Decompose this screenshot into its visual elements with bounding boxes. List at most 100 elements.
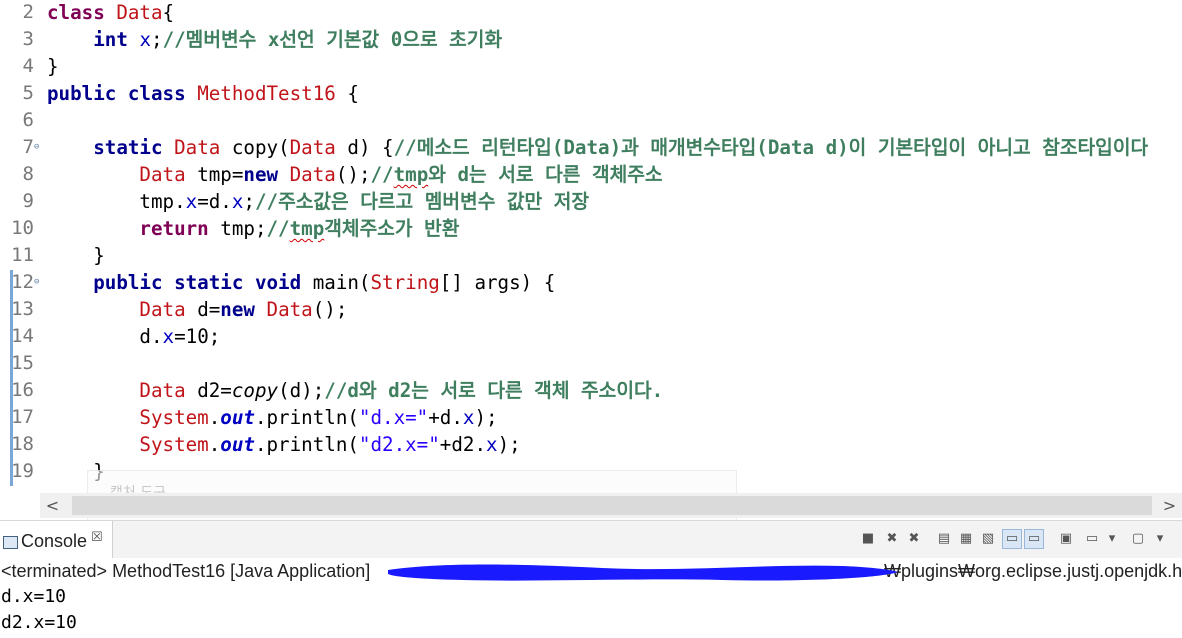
code-token: x (486, 433, 498, 456)
line-number: 15 (11, 352, 34, 374)
code-token: x (162, 325, 175, 348)
code-token: main( (312, 271, 371, 294)
code-editor[interactable]: 2 class Data{ 3 int x;//멤버변수 x선언 기본값 0으로 초… (0, 0, 1182, 493)
process-status: <terminated> MethodTest16 [Java Applicat… (1, 561, 371, 581)
code-token: . (208, 406, 221, 429)
code-text: d.x=10; (47, 323, 220, 350)
remove-all-launches-icon[interactable]: ✖ (904, 529, 924, 549)
tab-console[interactable]: Console ☒ (0, 521, 113, 558)
code-token: //메소드 리턴타입(Data)과 매개변수타입(Data d)이 기본타입이 … (393, 136, 1149, 159)
line-number: 12 (11, 271, 34, 293)
redaction-scribble (388, 564, 898, 581)
code-token: out (220, 406, 255, 429)
code-token: =d. (197, 190, 232, 213)
code-token: "d.x=" (358, 406, 429, 429)
code-token: Data (266, 298, 313, 321)
code-token: x (231, 190, 244, 213)
code-text: return tmp;//tmp객체주소가 반환 (47, 215, 459, 242)
code-token: System (139, 406, 209, 429)
code-token: Data (139, 379, 186, 402)
code-text: Data d2=copy(d);//d와 d2는 서로 다른 객체 주소이다. (47, 377, 663, 404)
show-on-stdout-icon[interactable]: ▭ (1002, 529, 1022, 549)
code-token: out (220, 433, 255, 456)
console-tab-label: Console (21, 531, 88, 551)
terminate-icon[interactable]: ■ (858, 529, 878, 549)
code-token: String (370, 271, 440, 294)
code-token: ; (151, 28, 163, 51)
code-token: x (185, 190, 198, 213)
code-token: d= (185, 298, 221, 321)
code-text: Data tmp=new Data();//tmp와 d는 서로 다른 객체주소 (47, 161, 663, 188)
code-token: (d); (278, 379, 325, 402)
console-output: d.x=10 d2.x=10 (1, 584, 77, 636)
open-console-dropdown-icon[interactable]: ▾ (1150, 529, 1170, 549)
output-line: d2.x=10 (1, 612, 77, 633)
code-token: { (162, 1, 175, 24)
code-text: System.out.println("d2.x="+d2.x); (47, 431, 520, 458)
code-token: int (93, 28, 128, 51)
code-token: +d. (428, 406, 463, 429)
fold-toggle-icon[interactable]: ⊖ (34, 143, 43, 152)
horizontal-scrollbar[interactable]: < > (40, 493, 1182, 518)
code-token: .println( (254, 433, 359, 456)
line-number: 14 (11, 325, 34, 347)
code-token: tmp. (47, 190, 186, 213)
code-token: x (462, 406, 475, 429)
code-token: tmp; (208, 217, 267, 240)
fold-toggle-icon[interactable]: ⊖ (34, 278, 43, 287)
line-number: 3 (22, 28, 34, 50)
console-icon (3, 536, 18, 549)
line-number: 9 (22, 190, 34, 212)
code-token: System (139, 433, 209, 456)
display-selected-console-icon[interactable]: ▭ (1082, 529, 1102, 549)
word-wrap-icon[interactable]: ▧ (978, 529, 998, 549)
code-token: [] args) { (439, 271, 556, 294)
scrollbar-thumb[interactable] (72, 496, 1152, 515)
code-token: return (139, 217, 209, 240)
line-number: 4 (22, 55, 34, 77)
line-number: 19 (11, 460, 34, 482)
code-token: tmp (393, 163, 429, 186)
open-console-icon[interactable]: ▢ (1128, 529, 1148, 549)
code-token: copy (231, 379, 279, 402)
pin-console-icon[interactable]: ▣ (1056, 529, 1076, 549)
code-token: tmp (289, 217, 325, 240)
code-token: d) { (335, 136, 394, 159)
line-number: 8 (22, 163, 34, 185)
code-token: Data (139, 163, 186, 186)
scroll-left-icon[interactable]: < (40, 493, 65, 518)
clear-console-icon[interactable]: ▤ (934, 529, 954, 549)
line-number: 16 (11, 379, 34, 401)
code-text: tmp.x=d.x;//주소값은 다르고 멤버변수 값만 저장 (47, 188, 589, 215)
line-number: 2 (22, 1, 34, 23)
code-token: 와 d는 서로 다른 객체주소 (428, 163, 663, 186)
code-token: // (266, 217, 290, 240)
line-number: 17 (11, 406, 34, 428)
code-token: Data (289, 163, 336, 186)
code-token: public class (47, 82, 198, 105)
scroll-right-icon[interactable]: > (1157, 493, 1182, 518)
remove-launch-icon[interactable]: ✖ (882, 529, 902, 549)
close-icon[interactable]: ☒ (91, 530, 103, 545)
code-token: new (243, 163, 290, 186)
code-text: Data d=new Data(); (47, 296, 347, 323)
code-token: } (47, 55, 59, 78)
display-selected-console-dropdown-icon[interactable]: ▾ (1102, 529, 1122, 549)
scroll-lock-icon[interactable]: ▦ (956, 529, 976, 549)
show-on-stderr-icon[interactable]: ▭ (1024, 529, 1044, 549)
code-text: class Data{ (47, 0, 174, 26)
code-token: Data (289, 136, 336, 159)
code-token: Data (174, 136, 221, 159)
code-text: } (47, 242, 105, 269)
code-token: new (220, 298, 267, 321)
code-token: //멤버변수 x선언 기본값 0으로 초기화 (162, 28, 503, 51)
